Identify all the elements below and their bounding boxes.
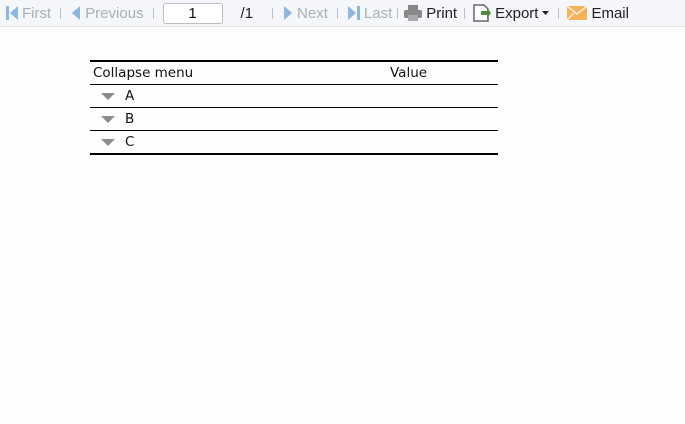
table-row: C xyxy=(90,130,498,155)
next-page-button[interactable]: Next xyxy=(282,5,328,22)
email-button[interactable]: Email xyxy=(566,5,629,22)
column-header-collapse-menu: Collapse menu xyxy=(90,60,387,85)
row-label: B xyxy=(125,111,135,127)
divider xyxy=(272,7,274,19)
print-button[interactable]: Print xyxy=(403,4,457,22)
last-page-icon xyxy=(347,6,360,20)
collapse-triangle-icon[interactable] xyxy=(101,138,115,146)
collapse-triangle-icon[interactable] xyxy=(101,115,115,123)
first-label: First xyxy=(22,4,52,22)
next-icon xyxy=(284,6,293,20)
previous-icon xyxy=(72,6,81,20)
envelope-icon xyxy=(567,5,588,21)
page-number-input[interactable] xyxy=(162,2,223,24)
row-value xyxy=(387,130,498,155)
table-row: A xyxy=(90,84,498,108)
first-page-button[interactable]: First xyxy=(5,5,51,22)
printer-icon xyxy=(404,5,423,21)
previous-label: Previous xyxy=(85,4,144,22)
divider xyxy=(558,7,560,19)
row-value xyxy=(387,107,498,131)
export-button[interactable]: Export xyxy=(472,3,551,23)
report-toolbar: First Previous /1 Next Last Print Export… xyxy=(0,0,685,27)
first-page-icon xyxy=(6,6,18,20)
table-row: B xyxy=(90,107,498,131)
page-total: /1 xyxy=(240,4,254,22)
divider xyxy=(464,7,466,19)
last-page-button[interactable]: Last xyxy=(347,5,392,22)
row-value xyxy=(387,84,498,108)
print-label: Print xyxy=(426,4,458,22)
column-header-value: Value xyxy=(387,60,498,85)
export-icon xyxy=(473,4,492,22)
divider xyxy=(152,7,154,19)
divider xyxy=(60,7,62,19)
previous-page-button[interactable]: Previous xyxy=(70,4,144,22)
report-table: Collapse menu Value A B C xyxy=(90,60,498,155)
row-label: C xyxy=(125,134,135,150)
table-header-row: Collapse menu Value xyxy=(90,60,498,85)
chevron-down-icon xyxy=(542,11,550,15)
email-label: Email xyxy=(591,4,629,22)
divider xyxy=(336,7,338,19)
next-label: Next xyxy=(297,4,328,22)
row-label: A xyxy=(125,88,135,104)
export-label: Export xyxy=(495,4,539,22)
last-label: Last xyxy=(363,4,393,22)
divider xyxy=(397,7,399,19)
collapse-triangle-icon[interactable] xyxy=(101,92,115,100)
